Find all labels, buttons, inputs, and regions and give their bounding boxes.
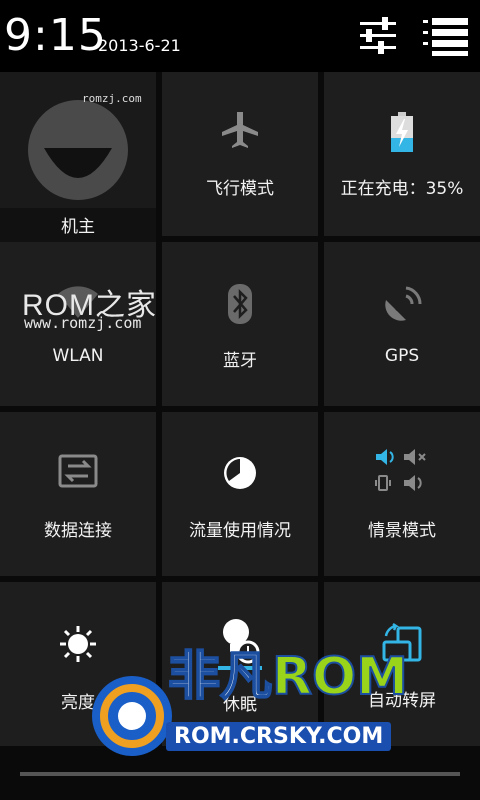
status-bar: 9:15 2013-6-21	[0, 0, 480, 72]
sound-profile-icon	[374, 446, 430, 500]
clock-date[interactable]: 2013-6-21	[98, 36, 181, 55]
tile-data[interactable]: 数据连接	[0, 412, 156, 576]
battery-charging-icon	[390, 112, 414, 156]
settings-sliders-icon[interactable]	[356, 14, 404, 58]
watermark-top: romzj.com	[82, 92, 142, 105]
airplane-icon	[220, 110, 260, 154]
tile-profile-label: 情景模式	[368, 521, 436, 541]
tile-owner-label: 机主	[61, 217, 95, 237]
tile-wlan-label: WLAN	[52, 346, 104, 366]
tile-profile[interactable]: 情景模式	[324, 412, 480, 576]
data-usage-icon	[221, 454, 259, 496]
crsky-url: ROM.CRSKY.COM	[166, 722, 392, 751]
tile-gps-label: GPS	[384, 346, 420, 366]
crsky-title: 非凡ROM	[167, 646, 409, 708]
watermark-brand-url: www.romzj.com	[24, 314, 142, 332]
data-transfer-icon	[58, 454, 98, 492]
tile-bluetooth[interactable]: 蓝牙	[162, 242, 318, 406]
watermark-crsky: 非凡ROM ROM.CRSKY.COM	[88, 626, 409, 796]
tile-usage-label: 流量使用情况	[189, 521, 291, 541]
tile-bluetooth-label: 蓝牙	[223, 351, 257, 371]
tile-data-label: 数据连接	[44, 521, 112, 541]
tile-battery[interactable]: 正在充电：35%	[324, 72, 480, 236]
tile-gps[interactable]: GPS	[324, 242, 480, 406]
crsky-logo-icon	[92, 676, 172, 756]
tile-owner[interactable]: 机主 romzj.com	[0, 72, 156, 242]
tile-airplane[interactable]: 飞行模式	[162, 72, 318, 236]
clock-time: 9:15	[4, 10, 107, 61]
notification-list-icon[interactable]	[420, 14, 468, 58]
bluetooth-icon	[226, 284, 254, 328]
tile-battery-label: 正在充电：35%	[340, 179, 464, 199]
avatar-icon	[28, 98, 128, 212]
tile-usage[interactable]: 流量使用情况	[162, 412, 318, 576]
tile-airplane-label: 飞行模式	[206, 179, 274, 199]
gps-satellite-icon	[380, 282, 424, 330]
